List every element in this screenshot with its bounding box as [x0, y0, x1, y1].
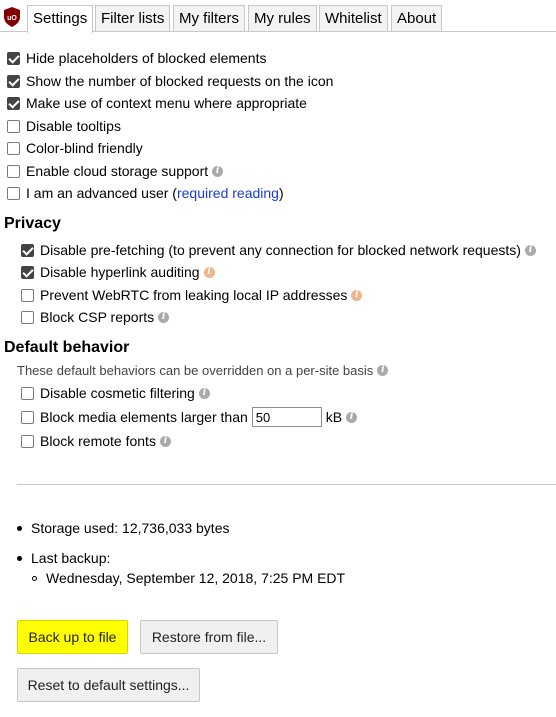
- hide-placeholders-checkbox[interactable]: [7, 51, 20, 65]
- hyperlink-auditing-label: Disable hyperlink auditing: [40, 264, 200, 280]
- cloud-storage-checkbox[interactable]: [7, 164, 20, 178]
- block-media-label: Block media elements larger than: [40, 409, 248, 425]
- restore-button[interactable]: Restore from file...: [140, 620, 278, 654]
- disable-tooltips-option[interactable]: Disable tooltips: [7, 116, 121, 136]
- hide-placeholders-option[interactable]: Hide placeholders of blocked elements: [7, 48, 266, 68]
- webrtc-checkbox[interactable]: [21, 288, 34, 302]
- remote-fonts-label: Block remote fonts: [40, 433, 156, 449]
- default-behavior-note: These default behaviors can be overridde…: [17, 363, 389, 378]
- bullet-dot: [17, 525, 22, 531]
- cloud-storage-option[interactable]: Enable cloud storage support i: [7, 161, 224, 181]
- tab-bar: uO Settings Filter lists My filters My r…: [0, 0, 556, 33]
- color-blind-option[interactable]: Color-blind friendly: [7, 138, 143, 158]
- bullet-circle: [32, 575, 37, 581]
- hyperlink-auditing-option[interactable]: Disable hyperlink auditing i: [21, 262, 215, 282]
- tab-my-rules[interactable]: My rules: [248, 5, 317, 32]
- advanced-user-text: I am an advanced user (: [26, 185, 177, 201]
- last-backup-date-text: Wednesday, September 12, 2018, 7:25 PM E…: [46, 570, 346, 586]
- default-behavior-note-text: These default behaviors can be overridde…: [17, 363, 374, 378]
- webrtc-label: Prevent WebRTC from leaking local IP add…: [40, 287, 348, 303]
- remote-fonts-checkbox[interactable]: [21, 434, 34, 448]
- prefetching-checkbox[interactable]: [21, 243, 34, 257]
- disable-tooltips-checkbox[interactable]: [7, 119, 20, 133]
- cosmetic-filtering-checkbox[interactable]: [21, 386, 34, 400]
- cloud-storage-label: Enable cloud storage support: [26, 163, 209, 179]
- info-icon[interactable]: i: [377, 365, 389, 376]
- context-menu-checkbox[interactable]: [7, 96, 20, 110]
- ublock-shield-icon: uO: [4, 7, 20, 27]
- media-size-input[interactable]: [251, 407, 322, 427]
- last-backup-date: Wednesday, September 12, 2018, 7:25 PM E…: [32, 568, 345, 588]
- advanced-user-option[interactable]: I am an advanced user (required reading): [7, 183, 284, 203]
- csp-reports-checkbox[interactable]: [21, 310, 34, 324]
- tab-filter-lists[interactable]: Filter lists: [95, 5, 171, 32]
- remote-fonts-option[interactable]: Block remote fonts i: [21, 431, 171, 451]
- block-media-option[interactable]: Block media elements larger than kB i: [21, 406, 358, 428]
- color-blind-label: Color-blind friendly: [26, 140, 143, 156]
- csp-reports-label: Block CSP reports: [40, 309, 155, 325]
- divider: [17, 484, 556, 485]
- tab-my-filters[interactable]: My filters: [173, 5, 245, 32]
- storage-used-text: Storage used: 12,736,033 bytes: [31, 520, 230, 536]
- info-icon[interactable]: i: [198, 387, 210, 399]
- tab-whitelist[interactable]: Whitelist: [319, 5, 388, 32]
- privacy-heading: Privacy: [4, 215, 61, 232]
- info-icon[interactable]: i: [159, 435, 171, 447]
- media-size-unit: kB: [325, 409, 343, 425]
- info-icon[interactable]: i: [351, 289, 363, 301]
- last-backup-label: Last backup:: [31, 550, 111, 566]
- backup-button[interactable]: Back up to file: [17, 620, 128, 654]
- cosmetic-filtering-option[interactable]: Disable cosmetic filtering i: [21, 383, 210, 403]
- show-count-label: Show the number of blocked requests on t…: [26, 73, 334, 89]
- info-icon[interactable]: i: [212, 165, 224, 177]
- context-menu-option[interactable]: Make use of context menu where appropria…: [7, 93, 307, 113]
- hyperlink-auditing-checkbox[interactable]: [21, 265, 34, 279]
- info-icon[interactable]: i: [203, 266, 215, 278]
- show-count-option[interactable]: Show the number of blocked requests on t…: [7, 71, 333, 91]
- info-icon[interactable]: i: [346, 411, 358, 423]
- bullet-dot: [17, 555, 22, 561]
- csp-reports-option[interactable]: Block CSP reports i: [21, 307, 170, 327]
- required-reading-link[interactable]: required reading: [177, 185, 279, 201]
- tab-settings[interactable]: Settings: [27, 5, 94, 33]
- prefetching-label: Disable pre-fetching (to prevent any con…: [40, 242, 521, 258]
- tab-about[interactable]: About: [391, 5, 443, 32]
- context-menu-label: Make use of context menu where appropria…: [26, 95, 307, 111]
- svg-text:uO: uO: [7, 15, 17, 22]
- color-blind-checkbox[interactable]: [7, 141, 20, 155]
- hide-placeholders-label: Hide placeholders of blocked elements: [26, 50, 267, 66]
- disable-tooltips-label: Disable tooltips: [26, 118, 121, 134]
- show-count-checkbox[interactable]: [7, 74, 20, 88]
- webrtc-option[interactable]: Prevent WebRTC from leaking local IP add…: [21, 285, 363, 305]
- advanced-user-suffix: ): [278, 185, 284, 201]
- default-behavior-heading: Default behavior: [4, 339, 130, 356]
- info-icon[interactable]: i: [524, 244, 536, 256]
- cosmetic-filtering-label: Disable cosmetic filtering: [40, 385, 195, 401]
- advanced-user-checkbox[interactable]: [7, 186, 20, 200]
- info-icon[interactable]: i: [158, 311, 170, 323]
- advanced-user-label: I am an advanced user (required reading): [26, 185, 284, 201]
- block-media-checkbox[interactable]: [21, 410, 34, 424]
- storage-used: Storage used: 12,736,033 bytes: [17, 518, 229, 538]
- last-backup: Last backup:: [17, 548, 110, 568]
- reset-button[interactable]: Reset to default settings...: [17, 668, 200, 702]
- prefetching-option[interactable]: Disable pre-fetching (to prevent any con…: [21, 240, 536, 260]
